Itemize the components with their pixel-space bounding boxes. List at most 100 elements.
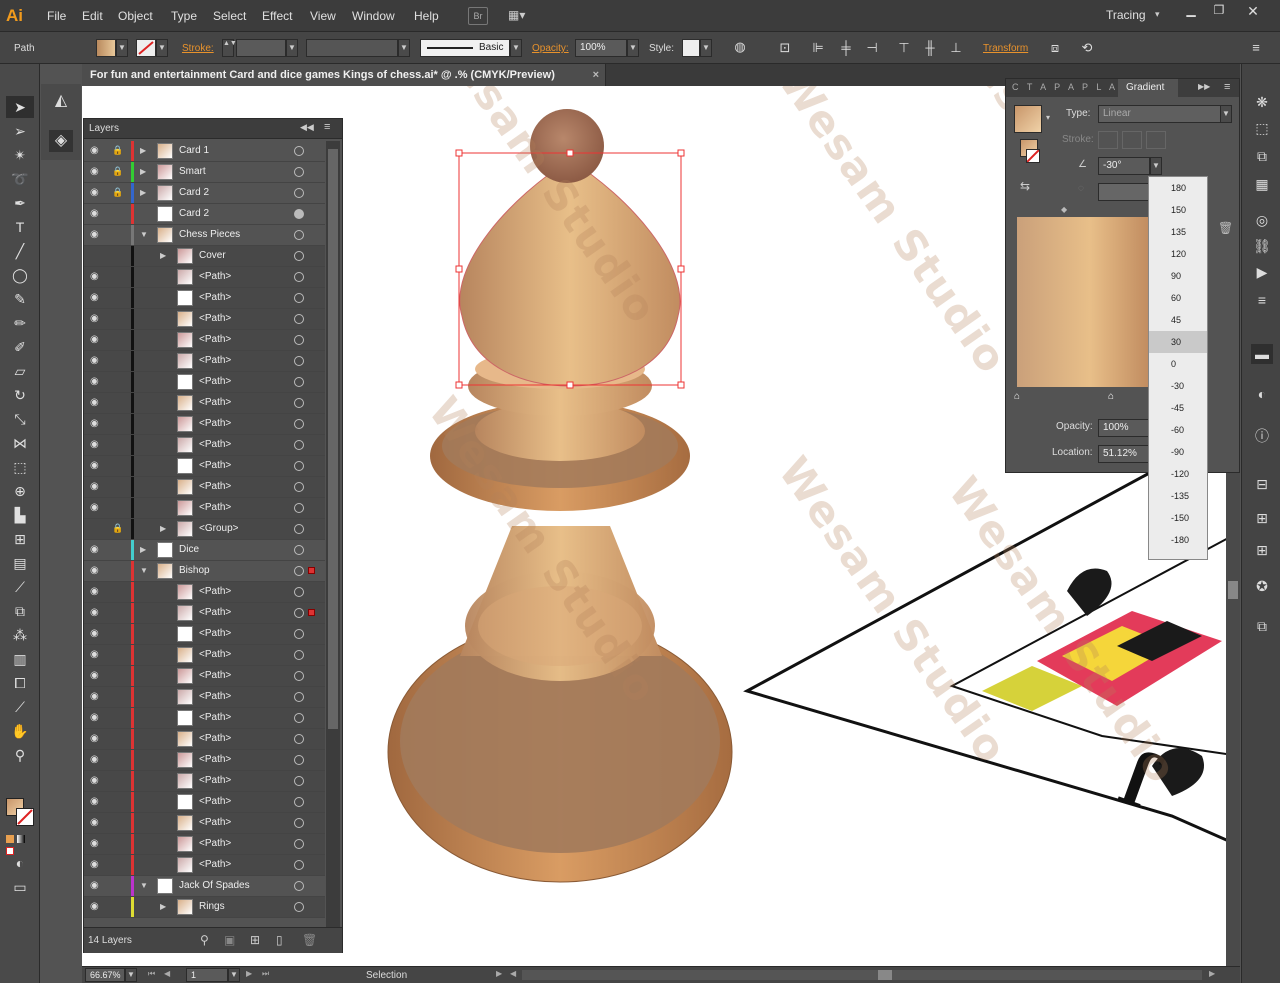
layer-row[interactable]: ◉ <Path>	[84, 603, 325, 624]
blob-brush-tool-icon[interactable]: ✐	[6, 336, 34, 358]
artboard-tool-icon[interactable]: ⧠	[6, 672, 34, 694]
gradient-menu-icon[interactable]: ≡	[1224, 81, 1230, 93]
layer-name[interactable]: Smart	[179, 166, 206, 177]
layer-row[interactable]: ▶ Cover	[84, 246, 325, 267]
layer-name[interactable]: <Path>	[199, 775, 231, 786]
visibility-eye-icon[interactable]: ◉	[90, 607, 104, 618]
layer-name[interactable]: <Path>	[199, 355, 231, 366]
variable-width-dropdown[interactable]: ▼	[398, 39, 410, 57]
recolor-artwork-icon[interactable]: ◍	[730, 38, 750, 56]
visibility-eye-icon[interactable]: ◉	[90, 628, 104, 639]
close-icon[interactable]: ✕	[1242, 3, 1264, 20]
locate-object-icon[interactable]: ⚲	[200, 933, 209, 947]
layer-name[interactable]: <Path>	[199, 649, 231, 660]
angle-option[interactable]: 180	[1149, 177, 1207, 199]
make-clip-mask-icon[interactable]: ▣	[224, 933, 235, 947]
layer-name[interactable]: <Path>	[199, 502, 231, 513]
layer-name[interactable]: <Path>	[199, 712, 231, 723]
layer-name[interactable]: <Path>	[199, 754, 231, 765]
angle-option[interactable]: 135	[1149, 221, 1207, 243]
layer-row[interactable]: ◉ <Path>	[84, 414, 325, 435]
eyedropper-tool-icon[interactable]: ⟋	[6, 576, 34, 598]
info-icon[interactable]: ⓘ	[1251, 426, 1273, 446]
close-tab-icon[interactable]: ×	[593, 64, 599, 86]
expand-toggle-icon[interactable]: ▼	[140, 881, 148, 890]
expand-toggle-icon[interactable]: ▶	[160, 902, 166, 911]
stroke-weight-stepper[interactable]: ▲▼	[222, 39, 237, 57]
gradient-preview-swatch[interactable]	[1014, 105, 1042, 133]
stroke-panel-icon[interactable]: ≡	[1251, 290, 1273, 310]
visibility-eye-icon[interactable]: ◉	[90, 712, 104, 723]
aspect-ratio-field[interactable]	[1098, 183, 1150, 201]
target-circle-icon[interactable]	[294, 356, 304, 366]
align-left-icon[interactable]: ⊫	[808, 39, 828, 57]
target-circle-icon[interactable]	[294, 167, 304, 177]
mesh-tool-icon[interactable]: ⊞	[6, 528, 34, 550]
target-circle-icon[interactable]	[294, 650, 304, 660]
gradient-type-select[interactable]: Linear	[1098, 105, 1222, 123]
opacity-dropdown[interactable]: ▼	[627, 39, 639, 57]
type-tool-icon[interactable]: T	[6, 216, 34, 238]
stroke-across-icon[interactable]	[1146, 131, 1166, 149]
visibility-eye-icon[interactable]: ◉	[90, 460, 104, 471]
layers-panel-icon[interactable]: ◈	[49, 130, 73, 152]
layer-name[interactable]: <Path>	[199, 586, 231, 597]
angle-option[interactable]: 45	[1149, 309, 1207, 331]
minimize-icon[interactable]: ▁	[1180, 3, 1202, 17]
layer-row[interactable]: ◉ <Path>	[84, 351, 325, 372]
target-circle-icon[interactable]	[294, 503, 304, 513]
layer-row[interactable]: ◉ <Path>	[84, 498, 325, 519]
layer-row[interactable]: ◉ <Path>	[84, 372, 325, 393]
stop-opacity-field[interactable]: 100%	[1098, 419, 1150, 437]
angle-option[interactable]: -120	[1149, 463, 1207, 485]
workspace-switcher[interactable]: Tracing	[1106, 8, 1146, 22]
width-tool-icon[interactable]: ⋈	[6, 432, 34, 454]
target-circle-icon[interactable]	[294, 335, 304, 345]
target-circle-icon[interactable]	[294, 566, 304, 576]
layer-row[interactable]: ◉ <Path>	[84, 666, 325, 687]
layer-name[interactable]: Cover	[199, 250, 226, 261]
delete-layer-icon[interactable]: 🗑	[302, 933, 317, 947]
gradient-ramp-preview[interactable]	[1017, 217, 1149, 387]
layer-name[interactable]: <Path>	[199, 418, 231, 429]
layer-row[interactable]: ◉ ▼ Jack Of Spades	[84, 876, 325, 897]
angle-field[interactable]: -30°	[1098, 157, 1150, 175]
target-circle-icon[interactable]	[294, 461, 304, 471]
paintbrush-tool-icon[interactable]: ✎	[6, 288, 34, 310]
align-vcenter-icon[interactable]: ╫	[920, 39, 940, 57]
layers-menu-icon[interactable]: ≡	[324, 121, 330, 133]
align-panel-icon[interactable]: ⊟	[1251, 474, 1273, 494]
graphic-styles-icon[interactable]: ⊞	[1251, 540, 1273, 560]
layer-name[interactable]: Card 2	[179, 187, 209, 198]
visibility-eye-icon[interactable]: ◉	[90, 418, 104, 429]
transparency-icon[interactable]: ◐	[1251, 384, 1273, 404]
visibility-eye-icon[interactable]: ◉	[90, 208, 104, 219]
layer-name[interactable]: <Path>	[199, 292, 231, 303]
brush-dropdown[interactable]: ▼	[510, 39, 522, 57]
layer-name[interactable]: <Path>	[199, 796, 231, 807]
transform-panel-icon[interactable]: ⬚	[1251, 118, 1273, 138]
menu-effect[interactable]: Effect	[262, 9, 292, 23]
layer-row[interactable]: ◉ <Path>	[84, 687, 325, 708]
visibility-eye-icon[interactable]: ◉	[90, 187, 104, 198]
angle-option[interactable]: -180	[1149, 529, 1207, 551]
layer-row[interactable]: ◉ <Path>	[84, 267, 325, 288]
visibility-eye-icon[interactable]: ◉	[90, 733, 104, 744]
layer-row[interactable]: 🔒 ▶ <Group>	[84, 519, 325, 540]
visibility-eye-icon[interactable]: ◉	[90, 838, 104, 849]
chevron-down-icon[interactable]: ▾	[1155, 9, 1160, 20]
magic-wand-tool-icon[interactable]: ✴	[6, 144, 34, 166]
pathfinder-icon[interactable]: ⧉	[1251, 146, 1273, 166]
scroll-right-icon[interactable]: ▶	[1209, 969, 1215, 978]
angle-option[interactable]: 150	[1149, 199, 1207, 221]
swatches-icon[interactable]: ▦	[1251, 174, 1273, 194]
layer-row[interactable]: ◉ <Path>	[84, 309, 325, 330]
actions-icon[interactable]: ▶	[1251, 262, 1273, 282]
visibility-eye-icon[interactable]: ◉	[90, 775, 104, 786]
layer-row[interactable]: ◉ <Path>	[84, 813, 325, 834]
target-circle-icon[interactable]	[294, 146, 304, 156]
opacity-label[interactable]: Opacity:	[532, 43, 569, 54]
target-circle-icon[interactable]	[294, 713, 304, 723]
visibility-eye-icon[interactable]: ◉	[90, 880, 104, 891]
layers-panel-title[interactable]: Layers	[89, 123, 119, 134]
